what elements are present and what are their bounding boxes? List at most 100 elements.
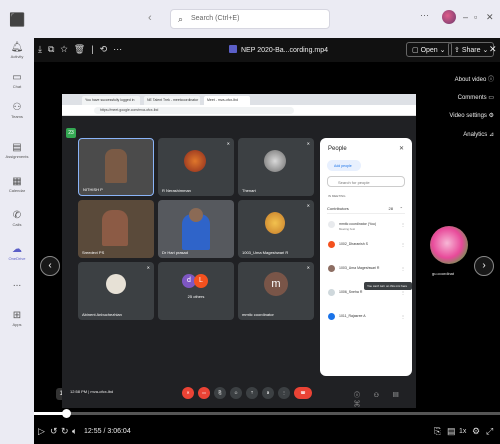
mic-off-icon: ✕ [306, 265, 310, 270]
time-display: 12:55 / 3:06:04 [84, 428, 131, 435]
participant-tile: Dr Hari prasad [158, 200, 234, 258]
title-bar: ⬛ ‹ › ⌕ Search (Ctrl+E) ··· – ▫ ✕ [0, 0, 500, 38]
avatar [328, 313, 335, 320]
video-settings-button[interactable]: Video settings ⚙ [449, 112, 494, 119]
participant-tile: m mmtlc coordinator ✕ [238, 262, 314, 320]
browser-tab: Meet - mva-ofcx-lbd [204, 96, 250, 105]
speed-icon[interactable]: 1x [459, 428, 466, 435]
open-button[interactable]: ▢ Open ⌄ [406, 42, 452, 57]
mic-off-icon: ✕ [306, 203, 310, 208]
progress-thumb[interactable] [62, 409, 72, 418]
search-placeholder: Search (Ctrl+E) [191, 15, 240, 22]
volume-icon[interactable]: 🔈︎ [72, 426, 77, 437]
delete-icon[interactable]: 🗑︎ [74, 44, 91, 54]
toolbar-icons: ⤓⧉☆🗑︎|⟲⋯ [38, 44, 128, 55]
comments-button[interactable]: Comments ▭ [458, 94, 494, 101]
close-icon[interactable]: ✕ [489, 44, 497, 55]
transcript-icon[interactable]: ▤ [447, 426, 456, 437]
more-options-icon[interactable]: ··· [420, 10, 429, 20]
more-icon: ⋮ [401, 266, 405, 271]
meet-side-icons: ⓘ ⚇ ▤ ⌘ [354, 393, 405, 408]
address-bar: https://meet.google.com/mva-ofcx-lbd [62, 105, 416, 116]
avatar[interactable] [442, 10, 456, 24]
more-icon[interactable]: ⋯ [113, 44, 128, 54]
player-controls: ▷ ↺ ↻ 🔈︎ 12:55 / 3:06:04 ⎘ ▤ 1x ⚙ ⤢ [34, 420, 500, 444]
mic-off-icon: ✕ [306, 141, 310, 146]
emoji-icon: ☺ [230, 387, 242, 399]
cloud-icon: ☁ [12, 244, 22, 255]
end-call-icon: ☎ [294, 387, 312, 399]
participant-tile: Thenart ✕ [238, 138, 314, 196]
participant-tile: R Nerashimman ✕ [158, 138, 234, 196]
minimize-icon[interactable]: – [463, 12, 468, 22]
file-name: NEP 2020-Ba...cording.mp4 [229, 45, 328, 54]
avatar [328, 241, 335, 248]
chart-icon: ⊿ [488, 132, 494, 138]
history-icon[interactable]: ⟲ [100, 44, 114, 54]
avatar [328, 221, 335, 228]
link-icon[interactable]: ⧉ [48, 44, 60, 54]
rail-item-teams[interactable]: ⚇ Teams [0, 102, 34, 119]
mic-off-icon: ✕ [182, 387, 194, 399]
apps-icon: ⊞ [12, 310, 22, 321]
rewind-icon[interactable]: ↺ [50, 426, 58, 437]
captions-icon: ⎘ [214, 387, 226, 399]
url-field: https://meet.google.com/mva-ofcx-lbd [94, 107, 294, 114]
rail-item-apps[interactable]: ⊞ Apps [0, 310, 34, 327]
rail-item-more[interactable]: ... [0, 278, 34, 289]
rail-item-assignments[interactable]: ▤ Assignments [0, 142, 34, 159]
rail-item-calendar[interactable]: ▦ Calendar [0, 176, 34, 193]
person-row: 1011_Rajasree A ⋮ [327, 310, 407, 326]
participant-tile: d L 25 others [158, 262, 234, 320]
maximize-icon[interactable]: ▫ [474, 12, 477, 22]
browser-tab-bar: You have successfully logged in NE Talen… [62, 94, 416, 105]
avatar [328, 265, 335, 272]
forward-icon[interactable]: ↻ [61, 426, 69, 437]
analytics-button[interactable]: Analytics ⊿ [463, 131, 494, 138]
share-button[interactable]: ⇪ Share ⌄ [448, 42, 495, 57]
assignments-icon: ▤ [12, 142, 22, 153]
people-search-field: Search for people [327, 176, 405, 187]
meet-bottom-bar: 12:58 PM | mva-ofcx-lbd ✕ ▭ ⎘ ☺ ⇡ ✋︎ ⋮ ☎… [62, 380, 416, 408]
rail-item-onedrive[interactable]: ☁ OneDrive [0, 244, 34, 261]
mic-off-icon: ✕ [226, 141, 230, 146]
in-meeting-label: IN MEETING [328, 194, 346, 198]
participant-tile: Abinent Anbuchezhian ✕ [78, 262, 154, 320]
progress-bar[interactable] [34, 409, 500, 418]
people-title: People [328, 146, 347, 152]
browser-tab: NE Talent Trek - meetcoordinator [144, 96, 200, 105]
camera-off-icon: ▭ [198, 387, 210, 399]
person-row: 1002_Dharanish S ⋮ [327, 238, 407, 254]
play-icon[interactable]: ▷ [38, 426, 45, 437]
close-window-icon[interactable]: ✕ [486, 12, 494, 23]
more-icon: ... [12, 278, 22, 289]
close-people-icon: ✕ [398, 146, 404, 152]
captions-icon[interactable]: ⎘ [434, 426, 441, 437]
browser-tab: You have successfully logged in [82, 96, 140, 105]
about-video-button[interactable]: About video ⓘ [455, 74, 494, 83]
fullscreen-icon[interactable]: ⤢ [486, 426, 493, 437]
participant-pip-video [430, 226, 468, 264]
more-options-icon: ⋮ [278, 387, 290, 399]
comment-icon: ▭ [488, 95, 494, 101]
participant-tile: 1003_Uma Mageshwari R ✕ [238, 200, 314, 258]
next-button[interactable]: › [474, 256, 494, 276]
app-rail: 🔔︎ Activity ▭ Chat ⚇ Teams ▤ Assignments ▦ Ca… [0, 38, 34, 444]
teams-icon: ⚇ [12, 102, 22, 113]
contributors-header: Contributors 28 ⌃ [327, 202, 405, 214]
phone-icon: ✆ [12, 210, 22, 221]
present-icon: ⇡ [246, 387, 258, 399]
star-icon[interactable]: ☆ [60, 44, 73, 54]
previous-button[interactable]: ‹ [40, 256, 60, 276]
download-icon[interactable]: ⤓ [38, 44, 48, 54]
more-icon: ⋮ [401, 290, 405, 295]
rail-item-calls[interactable]: ✆ Calls [0, 210, 34, 227]
participant-tile: Sreedevi PS [78, 200, 154, 258]
settings-gear-icon[interactable]: ⚙ [472, 426, 480, 437]
rail-item-activity[interactable]: 🔔︎ Activity [0, 42, 34, 59]
settings-icon: ⚙ [488, 113, 494, 119]
rail-item-chat[interactable]: ▭ Chat [0, 72, 34, 89]
search-input[interactable]: ⌕ Search (Ctrl+E) [170, 9, 330, 29]
pip-label: gu.coordinat [432, 271, 455, 276]
player-toolbar: ⤓⧉☆🗑︎|⟲⋯ NEP 2020-Ba...cording.mp4 ▢ Ope… [34, 38, 500, 62]
